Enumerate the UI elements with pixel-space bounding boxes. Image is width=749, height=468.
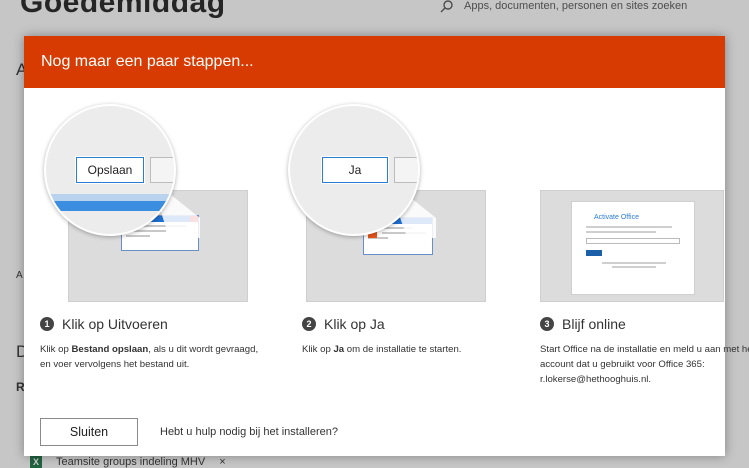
activate-input-illustration (586, 238, 680, 244)
desc-text: om de installatie te starten. (344, 344, 462, 355)
install-dialog: Nog maar een paar stappen... Opslaan 1 K… (24, 36, 749, 456)
magnifier: Opslaan (44, 104, 176, 236)
dialog-title: Nog maar een paar stappen... (41, 53, 254, 70)
desc-bold: Bestand opslaan (71, 344, 149, 355)
dialog-header: Nog maar een paar stappen... (24, 36, 725, 88)
desc-text: Klik op (302, 344, 334, 355)
step-number-badge: 3 (540, 317, 554, 331)
step-illustration-screen: Activate Office (540, 190, 724, 302)
step-description: Klik op Ja om de installatie te starten. (302, 342, 530, 357)
step-title-text: Klik op Uitvoeren (62, 316, 168, 332)
secondary-button-illustration (150, 157, 174, 183)
desc-text: Klik op (40, 344, 72, 355)
step-title-text: Blijf online (562, 316, 626, 332)
secondary-button-illustration (394, 157, 418, 183)
step-title: 1 Klik op Uitvoeren (40, 316, 168, 332)
step-title-text: Klik op Ja (324, 316, 385, 332)
step-title: 2 Klik op Ja (302, 316, 385, 332)
desc-text: Start Office na de installatie en meld u… (540, 344, 749, 385)
close-button[interactable]: Sluiten (40, 418, 138, 446)
help-text[interactable]: Hebt u hulp nodig bij het installeren? (160, 426, 338, 438)
step-description: Start Office na de installatie en meld u… (540, 342, 749, 387)
activate-button-illustration (586, 250, 602, 256)
step-title: 3 Blijf online (540, 316, 626, 332)
step-number-badge: 2 (302, 317, 316, 331)
progress-bar (46, 201, 174, 211)
step-description: Klik op Bestand opslaan, als u dit wordt… (40, 342, 268, 372)
activate-office-dialog: Activate Office (571, 201, 695, 295)
magnifier: Ja (288, 104, 420, 236)
step-number-badge: 1 (40, 317, 54, 331)
activate-office-title: Activate Office (594, 214, 640, 221)
desc-bold: Ja (333, 344, 345, 355)
progress-track (46, 194, 174, 201)
save-button-illustration: Opslaan (75, 156, 145, 184)
yes-button-illustration: Ja (321, 156, 389, 184)
